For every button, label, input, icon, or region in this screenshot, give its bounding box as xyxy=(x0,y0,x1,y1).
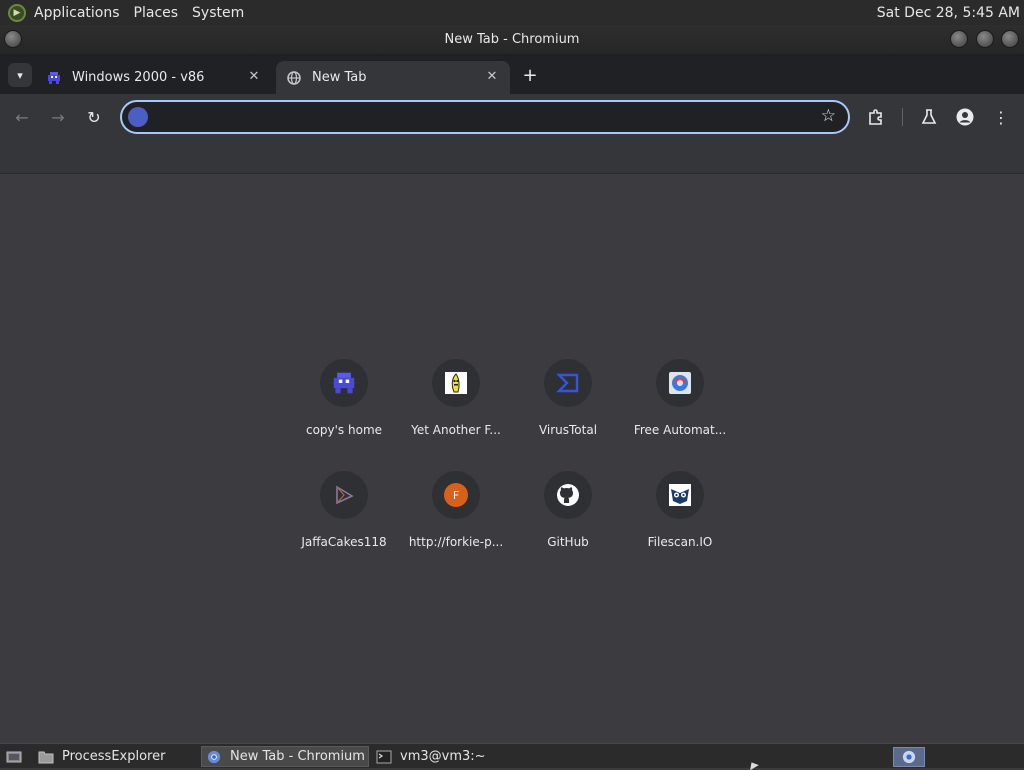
shortcut-tile[interactable]: JaffaCakes118 xyxy=(288,471,400,583)
toolbar-divider xyxy=(902,108,903,126)
pixel-alien-icon xyxy=(320,359,368,407)
profile-avatar-icon[interactable] xyxy=(953,105,977,129)
taskbar-item-label: vm3@vm3:~ xyxy=(400,749,486,764)
maximize-button[interactable] xyxy=(976,30,994,48)
letter-f-icon: F xyxy=(432,471,480,519)
taskbar-item-processexplorer[interactable]: ProcessExplorer xyxy=(34,746,196,767)
show-desktop-icon[interactable] xyxy=(2,746,24,767)
tab-new-tab[interactable]: New Tab ✕ xyxy=(276,61,510,94)
kebab-menu-icon[interactable]: ⋮ xyxy=(989,105,1013,129)
shortcut-label: GitHub xyxy=(547,535,589,549)
close-window-button[interactable] xyxy=(1001,30,1019,48)
shortcut-tile[interactable]: VirusTotal xyxy=(512,359,624,471)
banana-icon xyxy=(432,359,480,407)
shortcut-tile[interactable]: Free Automat... xyxy=(624,359,736,471)
shortcut-tile[interactable]: GitHub xyxy=(512,471,624,583)
shortcut-label: Yet Another F... xyxy=(411,423,501,437)
back-arrow-icon[interactable]: ← xyxy=(10,105,34,129)
window-title-bar[interactable]: New Tab - Chromium xyxy=(0,25,1024,54)
virustotal-sigma-icon xyxy=(544,359,592,407)
menu-system[interactable]: System xyxy=(192,5,244,21)
shortcut-label: VirusTotal xyxy=(538,423,598,437)
reload-icon[interactable]: ↻ xyxy=(82,105,106,129)
window-menu-button[interactable] xyxy=(4,30,22,48)
extensions-puzzle-icon[interactable] xyxy=(864,105,888,129)
close-tab-icon[interactable]: ✕ xyxy=(246,69,262,84)
menu-places[interactable]: Places xyxy=(134,5,179,21)
globe-icon xyxy=(286,70,302,86)
pixel-alien-icon xyxy=(46,70,62,86)
workspace-switcher-chromium-icon[interactable] xyxy=(893,747,925,767)
shortcut-tile[interactable]: copy's home xyxy=(288,359,400,471)
terminal-icon xyxy=(376,750,392,763)
owl-icon xyxy=(656,471,704,519)
folder-icon xyxy=(38,751,54,763)
minimize-button[interactable] xyxy=(950,30,968,48)
bookmark-star-icon[interactable]: ☆ xyxy=(821,106,836,126)
system-panel: ▶ Applications Places System Sat Dec 28,… xyxy=(0,0,1024,25)
shortcut-label: Free Automat... xyxy=(633,423,727,437)
taskbar: ProcessExplorer New Tab - Chromium vm3@v… xyxy=(0,743,1024,768)
tab-search-chevron-icon[interactable]: ▾ xyxy=(8,63,32,87)
taskbar-item-chromium[interactable]: New Tab - Chromium xyxy=(201,746,369,767)
tab-label: New Tab xyxy=(312,70,367,85)
letter-f-glyph: F xyxy=(453,489,459,502)
shortcut-label: JaffaCakes118 xyxy=(301,535,387,549)
new-tab-plus-icon[interactable]: + xyxy=(518,63,542,87)
labs-flask-icon[interactable] xyxy=(917,105,941,129)
window-title: New Tab - Chromium xyxy=(444,32,580,47)
chromium-icon xyxy=(207,750,221,763)
play-triangle-icon xyxy=(320,471,368,519)
tab-label: Windows 2000 - v86 xyxy=(72,70,205,85)
close-tab-icon[interactable]: ✕ xyxy=(484,69,500,84)
search-icon xyxy=(128,107,148,127)
tab-windows-2000[interactable]: Windows 2000 - v86 ✕ xyxy=(36,61,272,94)
taskbar-item-label: ProcessExplorer xyxy=(62,749,166,764)
github-icon xyxy=(544,471,592,519)
globe-icon xyxy=(656,359,704,407)
shortcut-tile[interactable]: F http://forkie-p... xyxy=(400,471,512,583)
tab-strip: Windows 2000 - v86 ✕ New Tab ✕ xyxy=(0,54,1024,94)
shortcut-label: http://forkie-p... xyxy=(408,535,504,549)
taskbar-item-terminal[interactable]: vm3@vm3:~ xyxy=(372,746,532,767)
clock[interactable]: Sat Dec 28, 5:45 AM xyxy=(877,5,1020,21)
address-input[interactable] xyxy=(156,108,796,128)
shortcut-tile[interactable]: Yet Another F... xyxy=(400,359,512,471)
taskbar-item-label: New Tab - Chromium xyxy=(230,749,365,764)
shortcut-label: copy's home xyxy=(305,423,383,437)
distro-logo-icon[interactable]: ▶ xyxy=(8,3,26,22)
address-bar[interactable]: ☆ xyxy=(120,100,850,134)
menu-applications[interactable]: Applications xyxy=(34,5,120,21)
shortcut-tile[interactable]: Filescan.IO xyxy=(624,471,736,583)
shortcut-label: Filescan.IO xyxy=(647,535,713,549)
forward-arrow-icon[interactable]: → xyxy=(46,105,70,129)
bookmarks-bar xyxy=(0,140,1024,174)
